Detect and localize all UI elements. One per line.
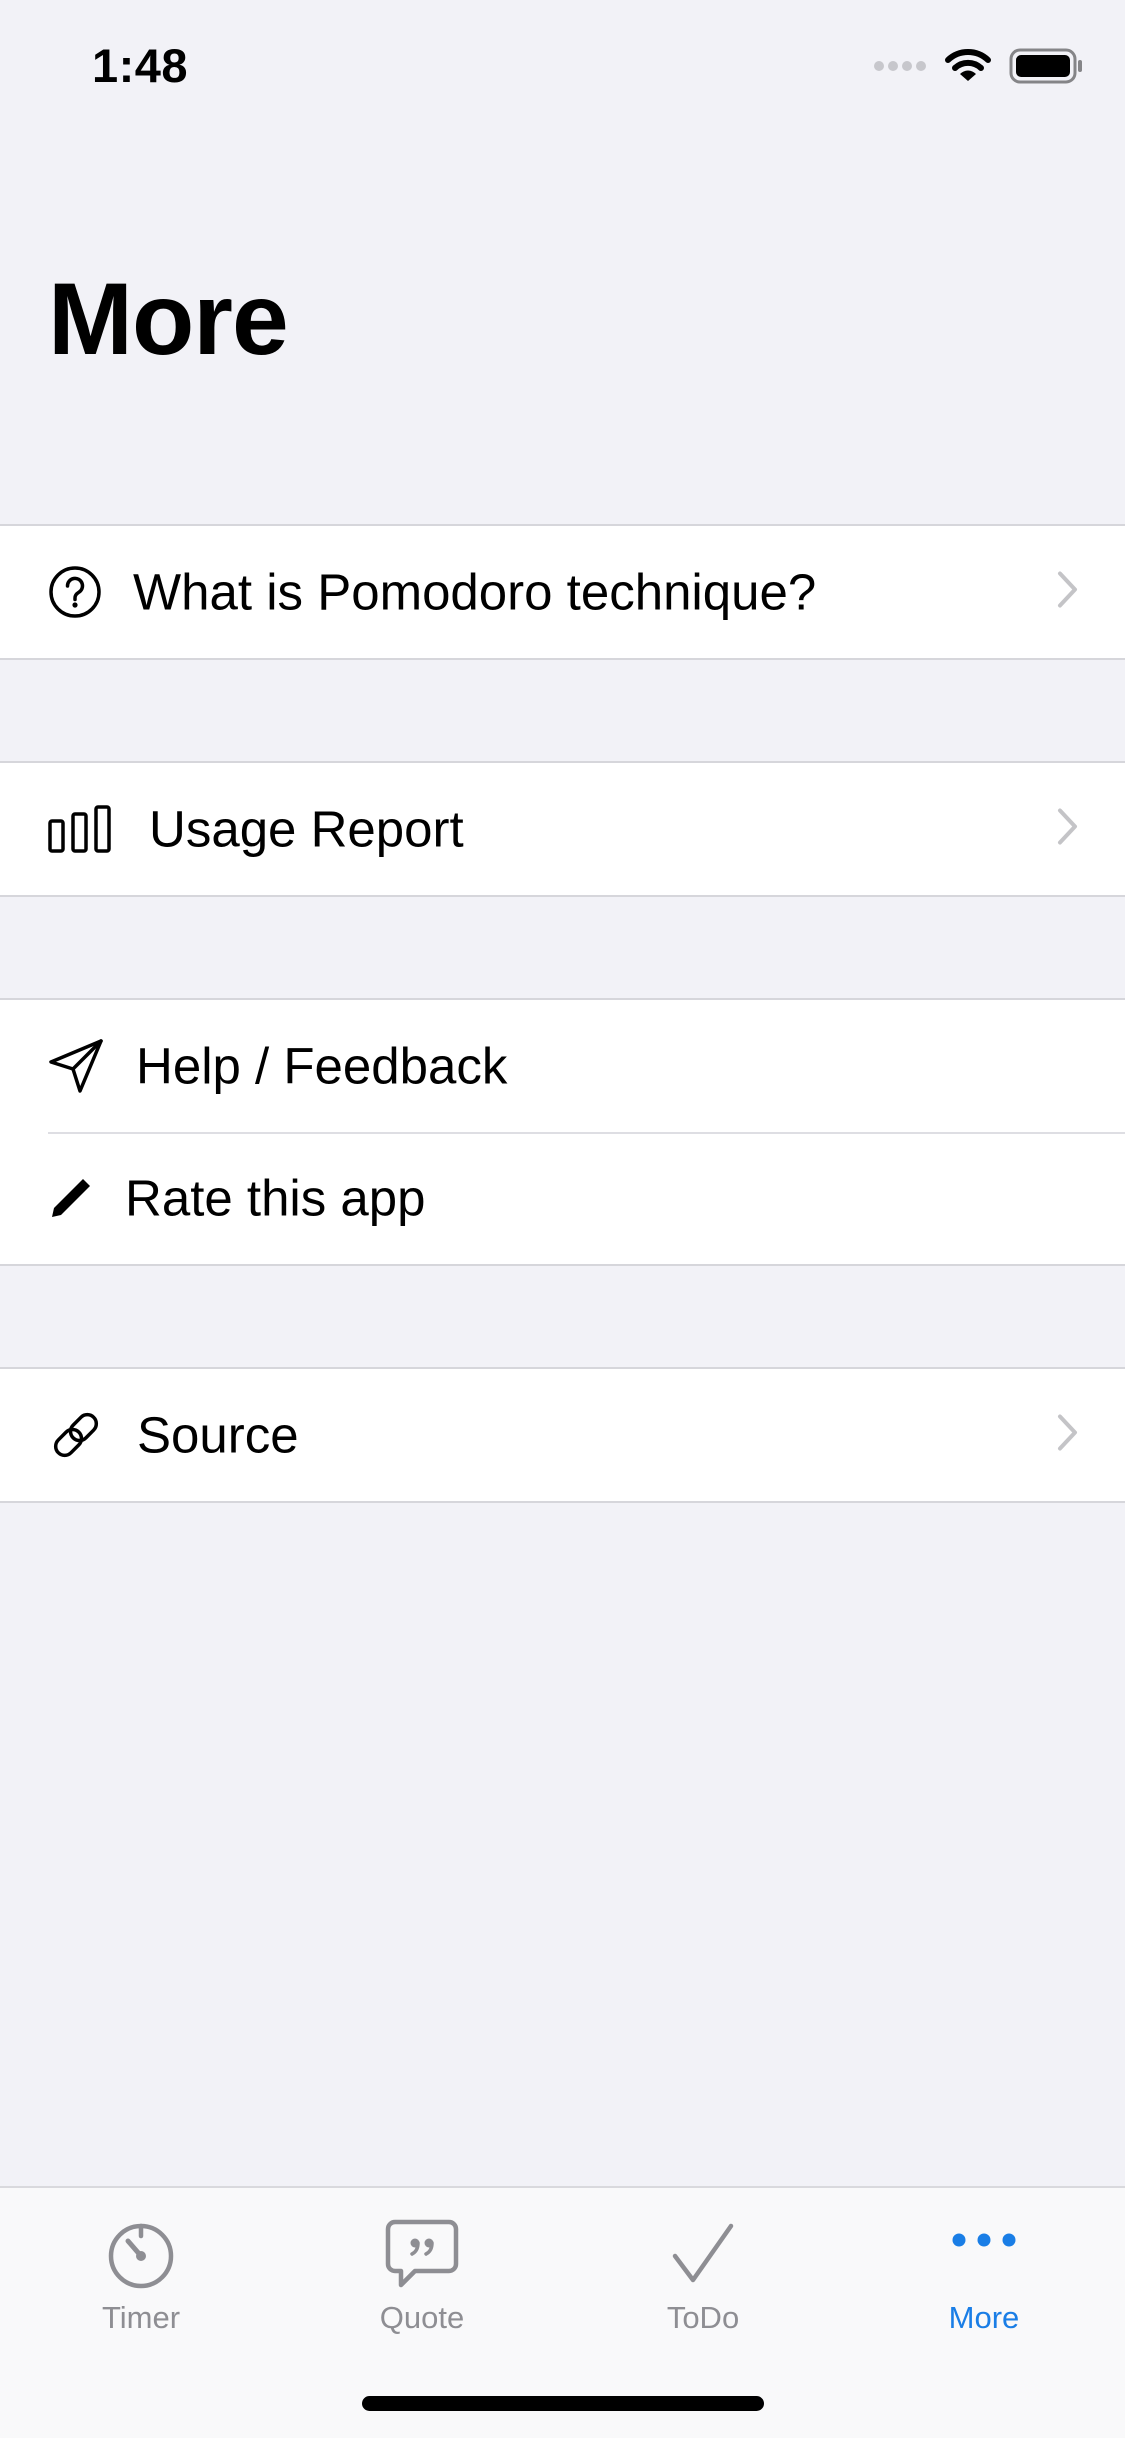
status-bar: 1:48: [0, 0, 1125, 132]
menu-item-source[interactable]: Source: [0, 1369, 1125, 1501]
timer-icon: [41, 2214, 241, 2294]
ellipsis-icon: [884, 2214, 1084, 2294]
chevron-right-icon: [1057, 1414, 1079, 1457]
tab-timer-label: Timer: [101, 2300, 181, 2335]
menu-item-usage-report[interactable]: Usage Report: [0, 763, 1125, 895]
home-indicator: [362, 2396, 764, 2411]
chevron-right-icon: [1057, 808, 1079, 851]
tab-todo-label: ToDo: [666, 2300, 740, 2335]
page-title: More: [48, 262, 289, 376]
menu-item-source-label: Source: [137, 1406, 299, 1464]
paper-plane-icon: [48, 1038, 104, 1094]
quote-bubble-icon: [322, 2214, 522, 2294]
chevron-right-icon: [1057, 571, 1079, 614]
menu-item-rate-app-label: Rate this app: [125, 1169, 426, 1227]
menu-item-help-feedback-label: Help / Feedback: [136, 1037, 508, 1095]
menu-group-feedback: Help / Feedback Rate this app: [0, 998, 1125, 1266]
question-circle-icon: [48, 565, 102, 619]
link-icon: [48, 1407, 104, 1463]
wifi-icon: [945, 48, 991, 89]
tab-more-label: More: [948, 2300, 1020, 2335]
bar-chart-icon: [48, 805, 112, 853]
battery-icon: [1009, 48, 1083, 89]
tab-todo[interactable]: ToDo: [603, 2214, 803, 2354]
status-time: 1:48: [92, 39, 189, 92]
tab-quote-label: Quote: [379, 2300, 465, 2335]
tab-more[interactable]: More: [884, 2214, 1084, 2354]
menu-group-info: What is Pomodoro technique?: [0, 524, 1125, 660]
menu-group-source: Source: [0, 1367, 1125, 1503]
tab-quote[interactable]: Quote: [322, 2214, 522, 2354]
menu-item-help-feedback[interactable]: Help / Feedback: [0, 1000, 1125, 1132]
menu-item-pomodoro[interactable]: What is Pomodoro technique?: [0, 526, 1125, 658]
checkmark-icon: [603, 2214, 803, 2294]
tab-timer[interactable]: Timer: [41, 2214, 241, 2354]
signal-icon: [873, 59, 927, 78]
menu-item-rate-app[interactable]: Rate this app: [0, 1132, 1125, 1264]
pencil-icon: [48, 1175, 94, 1221]
menu-group-usage: Usage Report: [0, 761, 1125, 897]
menu-item-usage-report-label: Usage Report: [149, 800, 464, 858]
status-icons: [873, 46, 1083, 90]
menu-item-pomodoro-label: What is Pomodoro technique?: [133, 563, 817, 621]
